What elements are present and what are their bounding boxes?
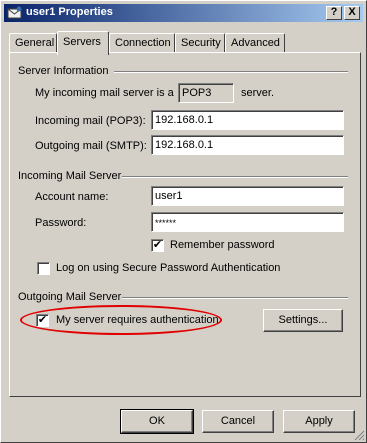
tab-general[interactable]: General <box>9 33 57 53</box>
mail-account-icon <box>7 6 22 19</box>
incoming-type-prefix: My incoming mail server is a <box>35 87 174 99</box>
incoming-mail-server-heading: Incoming Mail Server <box>18 170 122 182</box>
password-field[interactable]: ****** <box>151 212 344 232</box>
outgoing-mail-label: Outgoing mail (SMTP): <box>35 140 147 152</box>
tab-advanced[interactable]: Advanced <box>225 33 285 53</box>
incoming-type-suffix: server. <box>241 87 275 99</box>
title-bar[interactable]: user1 Properties ? X <box>4 4 363 22</box>
remember-password-label: Remember password <box>170 239 275 251</box>
window-title: user1 Properties <box>26 6 113 18</box>
requires-authentication-label: My server requires authentication <box>56 314 219 326</box>
incoming-mail-field[interactable]: 192.168.0.1 <box>151 110 344 130</box>
close-button[interactable]: X <box>344 6 360 20</box>
spa-checkbox[interactable] <box>37 262 50 275</box>
group-divider <box>122 176 348 178</box>
group-divider <box>122 297 348 299</box>
remember-password-checkbox[interactable]: ✔ <box>151 239 164 252</box>
properties-dialog: user1 Properties ? X General Servers Con… <box>0 0 367 443</box>
outgoing-mail-server-heading: Outgoing Mail Server <box>18 291 122 303</box>
spa-label: Log on using Secure Password Authenticat… <box>56 262 281 274</box>
cancel-button[interactable]: Cancel <box>202 410 274 433</box>
server-information-heading: Server Information <box>18 65 109 77</box>
requires-authentication-checkbox[interactable]: ✔ <box>36 314 49 327</box>
incoming-server-type-field: POP3 <box>178 83 234 103</box>
ok-button[interactable]: OK <box>120 409 194 434</box>
incoming-mail-label: Incoming mail (POP3): <box>35 115 146 127</box>
help-button[interactable]: ? <box>326 6 342 20</box>
tab-security[interactable]: Security <box>175 33 225 53</box>
apply-button[interactable]: Apply <box>283 410 355 433</box>
password-label: Password: <box>35 217 87 229</box>
outgoing-mail-field[interactable]: 192.168.0.1 <box>151 135 344 155</box>
settings-button[interactable]: Settings... <box>263 309 343 332</box>
tab-servers[interactable]: Servers <box>57 31 109 55</box>
resize-grip-icon[interactable] <box>353 429 365 441</box>
account-name-field[interactable]: user1 <box>151 186 344 206</box>
servers-panel: Server Information My incoming mail serv… <box>9 52 361 397</box>
tab-connection[interactable]: Connection <box>109 33 175 53</box>
account-name-label: Account name: <box>35 191 109 203</box>
group-divider <box>114 71 348 73</box>
